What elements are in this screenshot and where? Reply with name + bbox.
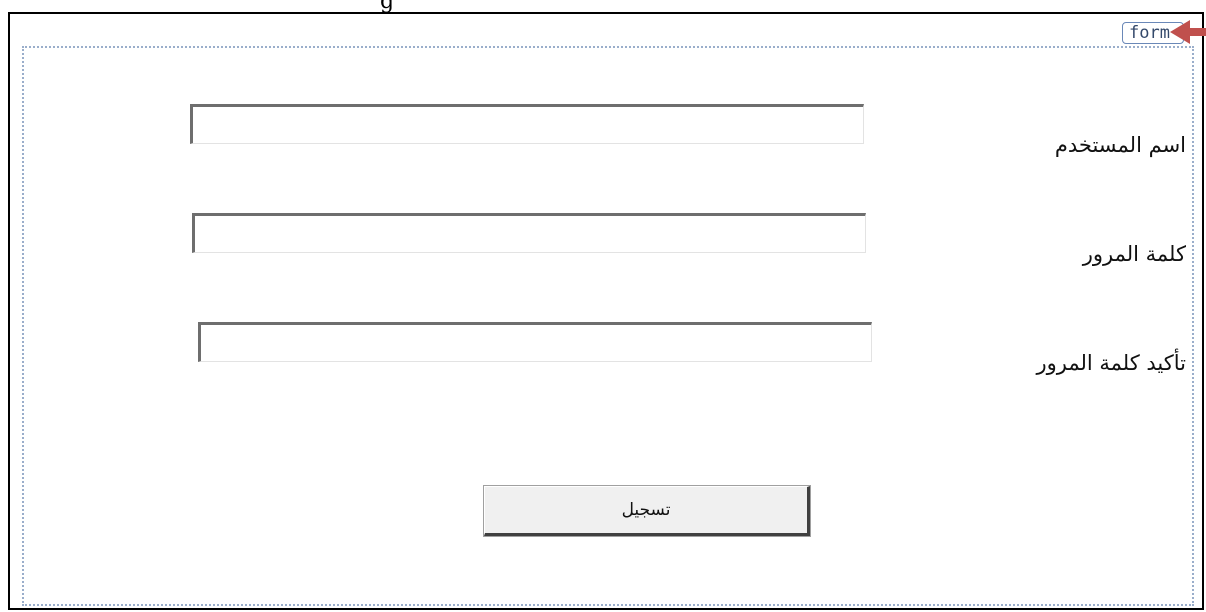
confirm-password-input[interactable]: [198, 322, 872, 362]
red-arrow-icon: [1170, 20, 1206, 44]
top-text-fragment: g: [380, 0, 395, 14]
password-input[interactable]: [192, 213, 866, 253]
username-label: اسم المستخدم: [1054, 133, 1186, 157]
username-input[interactable]: [190, 104, 864, 144]
register-button[interactable]: تسجيل: [483, 485, 811, 537]
password-label: كلمة المرور: [1082, 242, 1186, 266]
confirm-password-label: تأكيد كلمة المرور: [1036, 351, 1186, 375]
